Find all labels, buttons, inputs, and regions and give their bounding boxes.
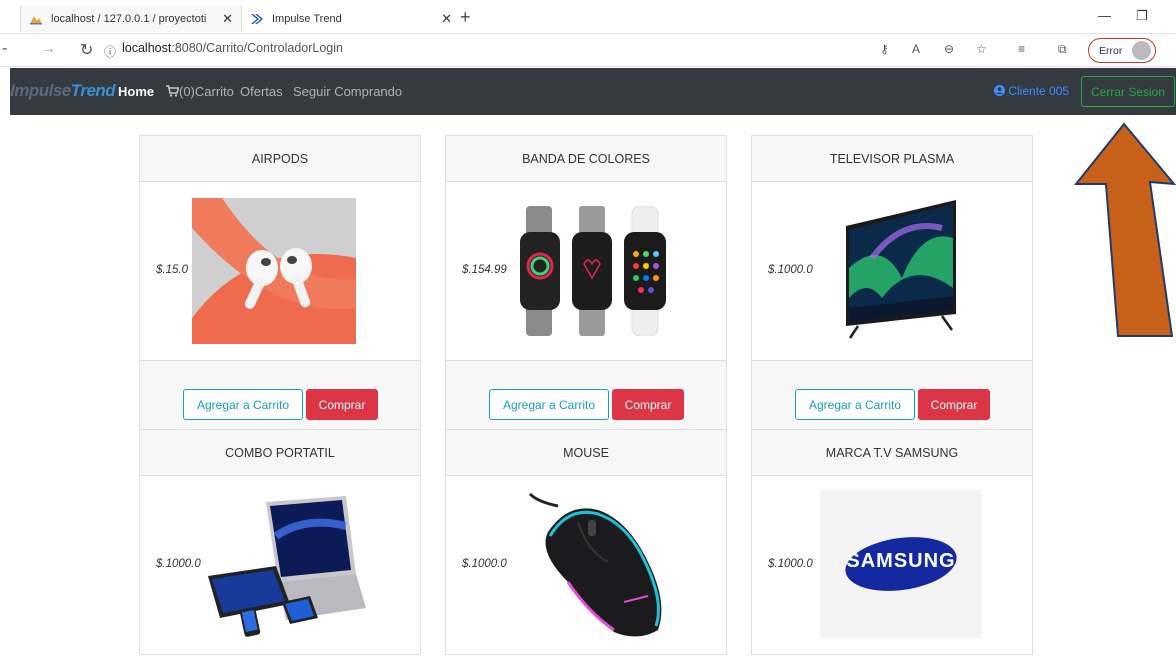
- buy-button[interactable]: Comprar: [918, 389, 990, 420]
- client-label: Cliente 005: [1008, 84, 1070, 98]
- product-body: $.15.0: [140, 182, 420, 360]
- url-path: :8080/Carrito/ControladorLogin: [171, 41, 343, 55]
- product-name: MOUSE: [446, 430, 726, 476]
- collections-icon[interactable]: ⧉: [1058, 42, 1067, 57]
- buy-button[interactable]: Comprar: [306, 389, 378, 420]
- zoom-icon[interactable]: ⊖: [944, 42, 954, 56]
- url-host: localhost: [122, 41, 172, 55]
- product-footer: Agregar a Carrito Comprar: [752, 360, 1032, 430]
- laptop-combo-image: [206, 496, 370, 638]
- avatar: [1132, 41, 1151, 60]
- product-price: $.1000.0: [156, 558, 201, 570]
- site-navbar: ImpulseTrend Home (0)Carrito Ofertas Seg…: [10, 68, 1176, 115]
- product-price: $.1000.0: [768, 558, 813, 570]
- product-body: $.1000.0: [140, 476, 420, 654]
- browser-address-bar: - → ↻ ⓘ localhost:8080/Carrito/Controlad…: [0, 34, 1176, 67]
- add-to-cart-button[interactable]: Agregar a Carrito: [489, 389, 609, 420]
- forward-icon[interactable]: →: [40, 40, 56, 58]
- read-aloud-icon[interactable]: A: [912, 42, 920, 56]
- product-name: COMBO PORTATIL: [140, 430, 420, 476]
- annotation-arrow-icon: [1073, 122, 1176, 337]
- samsung-logo-image: SAMSUNG: [820, 490, 982, 638]
- browser-tab-strip: localhost / 127.0.0.1 / proyectoti ✕ Imp…: [0, 0, 1176, 34]
- browser-tab-label: localhost / 127.0.0.1 / proyectoti: [51, 13, 207, 25]
- product-card: TELEVISOR PLASMA $.1000.0 Agregar a Carr…: [751, 135, 1033, 431]
- new-tab-icon[interactable]: +: [460, 6, 471, 28]
- add-to-cart-button[interactable]: Agregar a Carrito: [183, 389, 303, 420]
- nav-home[interactable]: Home: [118, 84, 154, 99]
- impulse-favicon: [250, 12, 264, 26]
- product-body: $.1000.0 SAMSUNG: [752, 476, 1032, 654]
- gaming-mouse-image: [528, 492, 684, 642]
- favorites-list-icon[interactable]: ≡: [1018, 42, 1025, 56]
- buy-button[interactable]: Comprar: [612, 389, 684, 420]
- user-circle-icon: [994, 85, 1005, 96]
- client-link[interactable]: Cliente 005: [994, 84, 1069, 98]
- profile-error-label: Error: [1099, 44, 1123, 57]
- browser-tab-phpmyadmin[interactable]: localhost / 127.0.0.1 / proyectoti ✕: [20, 6, 242, 32]
- product-price: $.154.99: [462, 264, 507, 276]
- product-price: $.1000.0: [462, 558, 507, 570]
- logout-button[interactable]: Cerrar Sesion: [1081, 76, 1175, 107]
- browser-tab-label: Impulse Trend: [272, 13, 342, 25]
- url-field[interactable]: localhost:8080/Carrito/ControladorLogin: [122, 41, 343, 55]
- product-price: $.1000.0: [768, 264, 813, 276]
- product-card: MARCA T.V SAMSUNG $.1000.0 SAMSUNG: [751, 429, 1033, 655]
- product-card: AIRPODS $.15.0 Agregar a Carrito Comprar: [139, 135, 421, 431]
- product-footer: Agregar a Carrito Comprar: [446, 360, 726, 430]
- product-name: AIRPODS: [140, 136, 420, 182]
- nav-cart[interactable]: (0)Carrito: [166, 84, 234, 99]
- close-icon[interactable]: ✕: [222, 11, 233, 27]
- product-name: BANDA DE COLORES: [446, 136, 726, 182]
- screenshot-root: localhost / 127.0.0.1 / proyectoti ✕ Imp…: [0, 0, 1176, 659]
- product-footer: Agregar a Carrito Comprar: [140, 360, 420, 430]
- product-name: TELEVISOR PLASMA: [752, 136, 1032, 182]
- product-body: $.1000.0: [446, 476, 726, 654]
- info-icon[interactable]: ⓘ: [104, 43, 116, 60]
- product-body: $.154.99: [446, 182, 726, 360]
- product-card: MOUSE $.1000.0: [445, 429, 727, 655]
- key-icon[interactable]: ⚷: [880, 42, 889, 56]
- product-price: $.15.0: [156, 264, 188, 276]
- restore-icon[interactable]: ❐: [1136, 8, 1148, 24]
- phpmyadmin-icon: [29, 12, 43, 26]
- nav-keep-shopping[interactable]: Seguir Comprando: [293, 84, 402, 99]
- nav-cart-label: (0)Carrito: [179, 84, 234, 99]
- tv-image: [842, 198, 960, 344]
- close-icon[interactable]: ✕: [441, 11, 452, 27]
- reload-icon[interactable]: ↻: [80, 40, 93, 60]
- brand-part1: Impulse: [10, 81, 71, 100]
- add-to-cart-button[interactable]: Agregar a Carrito: [795, 389, 915, 420]
- product-body: $.1000.0: [752, 182, 1032, 360]
- product-card: BANDA DE COLORES $.154.99 Agregar a Carr…: [445, 135, 727, 431]
- product-card: COMBO PORTATIL $.1000.0: [139, 429, 421, 655]
- minimize-icon[interactable]: —: [1098, 8, 1111, 23]
- airpods-image: [192, 198, 356, 344]
- nav-offers[interactable]: Ofertas: [240, 84, 283, 99]
- brand-part2: Trend: [70, 81, 116, 100]
- product-name: MARCA T.V SAMSUNG: [752, 430, 1032, 476]
- browser-tab-impulse-trend[interactable]: Impulse Trend ✕: [242, 6, 460, 32]
- cart-icon: [166, 85, 180, 97]
- brand-logo[interactable]: ImpulseTrend: [10, 81, 116, 101]
- favorite-icon[interactable]: ☆: [976, 42, 987, 56]
- back-icon[interactable]: -: [2, 40, 7, 58]
- profile-error-button[interactable]: Error: [1088, 38, 1156, 63]
- smartwatch-image: [516, 206, 668, 336]
- samsung-logo-text: SAMSUNG: [846, 550, 956, 572]
